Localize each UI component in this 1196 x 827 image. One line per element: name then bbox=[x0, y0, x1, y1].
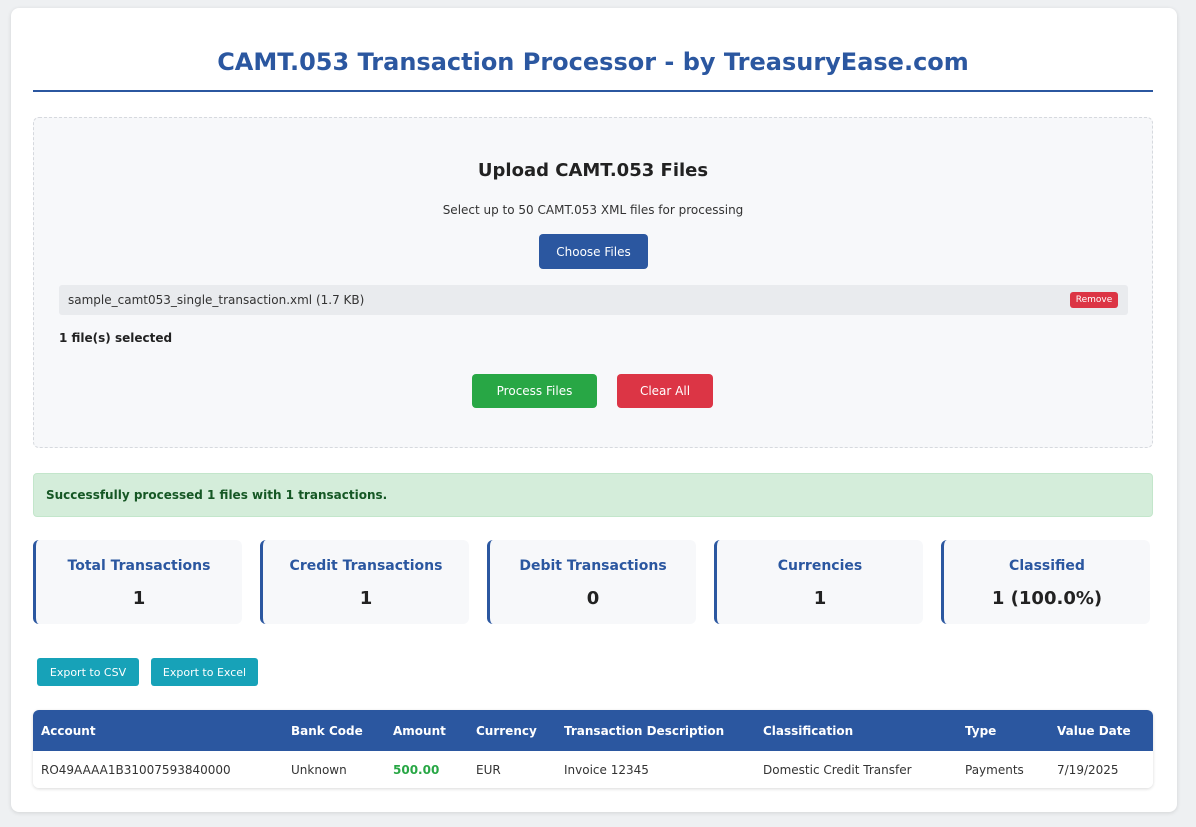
main-card: CAMT.053 Transaction Processor - by Trea… bbox=[11, 8, 1177, 812]
column-header[interactable]: Transaction Description bbox=[556, 710, 755, 751]
stat-card-credit: Credit Transactions 1 bbox=[260, 540, 469, 624]
upload-heading: Upload CAMT.053 Files bbox=[477, 160, 709, 181]
process-files-button[interactable]: Process Files bbox=[472, 374, 597, 408]
cell-type: Payments bbox=[965, 762, 1024, 777]
cell-currency: EUR bbox=[476, 762, 501, 777]
title-divider bbox=[33, 90, 1153, 92]
stat-label: Total Transactions bbox=[67, 558, 211, 574]
stat-card-total: Total Transactions 1 bbox=[33, 540, 242, 624]
column-header[interactable]: Amount bbox=[385, 710, 468, 751]
cell-value-date: 7/19/2025 bbox=[1057, 762, 1119, 777]
column-header[interactable]: Bank Code bbox=[283, 710, 385, 751]
column-header[interactable]: Value Date bbox=[1049, 710, 1153, 751]
export-excel-button[interactable]: Export to Excel bbox=[151, 658, 258, 686]
success-alert: Successfully processed 1 files with 1 tr… bbox=[33, 473, 1153, 517]
stat-label: Credit Transactions bbox=[289, 558, 443, 574]
upload-section: Upload CAMT.053 Files Select up to 50 CA… bbox=[33, 117, 1153, 448]
stat-value: 0 bbox=[586, 588, 600, 609]
file-list-item: sample_camt053_single_transaction.xml (1… bbox=[59, 285, 1128, 315]
stat-card-currencies: Currencies 1 bbox=[714, 540, 923, 624]
column-header[interactable]: Account bbox=[33, 710, 283, 751]
clear-all-button[interactable]: Clear All bbox=[617, 374, 713, 408]
cell-account: RO49AAAA1B31007593840000 bbox=[41, 762, 231, 777]
stat-value: 1 (100.0%) bbox=[991, 588, 1103, 609]
cell-amount: 500.00 bbox=[393, 762, 440, 777]
file-count: 1 file(s) selected bbox=[59, 331, 173, 345]
upload-subtitle: Select up to 50 CAMT.053 XML files for p… bbox=[442, 203, 744, 217]
column-header[interactable]: Type bbox=[957, 710, 1049, 751]
remove-file-button[interactable]: Remove bbox=[1070, 292, 1118, 308]
file-name: sample_camt053_single_transaction.xml (1… bbox=[68, 293, 365, 307]
cell-classification: Domestic Credit Transfer bbox=[763, 762, 912, 777]
stat-card-debit: Debit Transactions 0 bbox=[487, 540, 696, 624]
page-title: CAMT.053 Transaction Processor - by Trea… bbox=[217, 48, 969, 76]
choose-files-button[interactable]: Choose Files bbox=[539, 234, 648, 269]
stat-label: Currencies bbox=[777, 558, 863, 574]
stat-card-classified: Classified 1 (100.0%) bbox=[941, 540, 1150, 624]
column-header[interactable]: Classification bbox=[755, 710, 957, 751]
stat-value: 1 bbox=[132, 588, 146, 609]
transactions-table: Account Bank Code Amount Currency Transa… bbox=[33, 710, 1153, 788]
column-header[interactable]: Currency bbox=[468, 710, 556, 751]
stat-label: Classified bbox=[1009, 558, 1085, 574]
table-header-row: Account Bank Code Amount Currency Transa… bbox=[33, 710, 1153, 751]
stat-label: Debit Transactions bbox=[519, 558, 667, 574]
export-csv-button[interactable]: Export to CSV bbox=[37, 658, 139, 686]
success-message: Successfully processed 1 files with 1 tr… bbox=[46, 488, 388, 502]
cell-description: Invoice 12345 bbox=[564, 762, 649, 777]
stat-value: 1 bbox=[813, 588, 827, 609]
table-row: RO49AAAA1B31007593840000 Unknown 500.00 … bbox=[33, 751, 1153, 788]
stat-value: 1 bbox=[359, 588, 373, 609]
cell-bank-code: Unknown bbox=[291, 762, 347, 777]
